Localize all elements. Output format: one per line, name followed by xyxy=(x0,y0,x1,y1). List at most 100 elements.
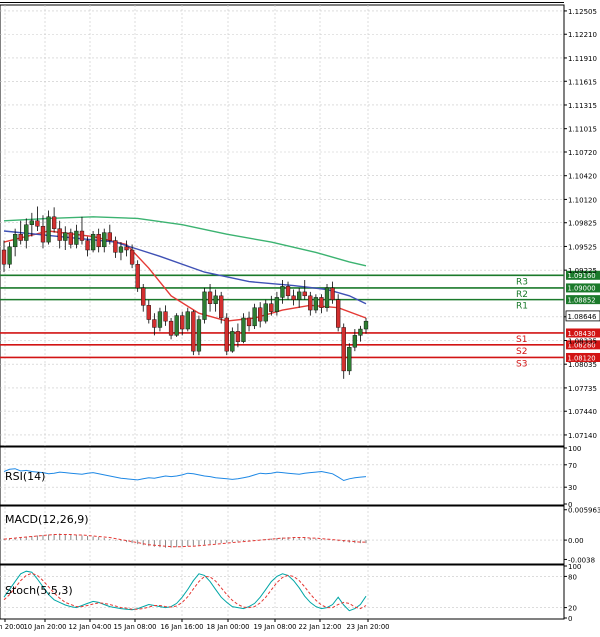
forex-chart-window: R3 1.09160 R2 1.09000 R1 1.08852 S1 1.08430 S2 1.… xyxy=(0,0,600,633)
rsi-tick-label: 100 xyxy=(568,445,581,453)
macd-bar xyxy=(326,539,328,541)
candle-body xyxy=(107,232,112,241)
time-tick-label: 12 Jan 04:00 xyxy=(68,623,111,631)
candle-body xyxy=(29,220,34,225)
candle-body xyxy=(319,297,324,308)
candle-body xyxy=(341,327,346,372)
macd-title: MACD(12,26,9) xyxy=(5,513,89,526)
candle-body xyxy=(358,328,363,336)
macd-bar xyxy=(98,537,100,541)
macd-bar xyxy=(226,540,228,543)
macd-bar xyxy=(198,540,200,546)
stoch-tick-label: 80 xyxy=(568,573,577,581)
price-tick-label: 1.07735 xyxy=(568,385,597,393)
candle-body xyxy=(185,311,190,330)
candle-body xyxy=(280,286,285,298)
candle-body xyxy=(18,233,23,241)
candle-body xyxy=(135,264,140,289)
candle-body xyxy=(207,291,213,304)
candle-body xyxy=(40,226,46,243)
candle-body xyxy=(241,317,246,342)
candle-body xyxy=(118,246,124,253)
macd-bar xyxy=(320,539,322,541)
time-tick-label: 16 Jan 16:00 xyxy=(160,623,203,631)
macd-bar xyxy=(137,540,139,545)
candle-body xyxy=(230,331,235,352)
macd-bar xyxy=(114,540,116,541)
macd-bar xyxy=(237,540,239,542)
candle-body xyxy=(324,287,330,308)
candle-body xyxy=(12,233,18,248)
level-label-s2: S2 xyxy=(516,347,527,357)
macd-bar xyxy=(120,540,122,542)
time-tick-label: 10 Jan 20:00 xyxy=(23,623,66,631)
candle-body xyxy=(102,232,107,248)
price-tick-label: 1.12505 xyxy=(568,8,597,16)
candle-body xyxy=(246,317,252,327)
candle-body xyxy=(63,232,68,241)
level-label-r1: R1 xyxy=(516,302,528,312)
candle-body xyxy=(157,311,163,328)
macd-bar xyxy=(192,540,194,546)
candle-body xyxy=(113,240,118,253)
candle-body xyxy=(274,297,280,312)
candle-body xyxy=(85,240,90,251)
candle-body xyxy=(168,320,174,336)
candle-body xyxy=(57,228,62,241)
macd-bar xyxy=(220,540,222,544)
stoch-tick-label: 20 xyxy=(568,605,577,613)
macd-bar xyxy=(81,535,83,541)
level-label-r2: R2 xyxy=(516,290,528,300)
macd-bar xyxy=(87,536,89,541)
price-tick-label: 1.10420 xyxy=(568,173,597,181)
candle-body xyxy=(330,287,335,300)
macd-bar xyxy=(242,540,244,542)
candle-body xyxy=(308,295,313,311)
candle-body xyxy=(163,311,168,322)
macd-bar xyxy=(142,540,144,546)
time-tick-label: 9 Jan 20:00 xyxy=(0,623,24,631)
candle-body xyxy=(124,246,129,251)
level-label-r3: R3 xyxy=(516,277,528,287)
candle-body xyxy=(129,249,135,265)
time-tick-label: 22 Jan 12:00 xyxy=(298,623,341,631)
macd-tick-label: 0.00 xyxy=(568,537,584,545)
candle-body xyxy=(313,297,319,311)
price-tick-label: 1.11015 xyxy=(568,126,597,134)
candle-body xyxy=(263,303,268,322)
candle-body xyxy=(180,315,185,330)
macd-bar xyxy=(42,535,44,541)
time-tick-label: 23 Jan 20:00 xyxy=(346,623,389,631)
macd-bar xyxy=(248,540,250,541)
chart-canvas: R31.09160R21.09000R11.08852S11.08430S21.… xyxy=(0,0,600,633)
candle-body xyxy=(51,216,57,229)
candle-body xyxy=(363,320,369,330)
candle-body xyxy=(291,295,296,300)
level-value-r1: 1.08852 xyxy=(568,296,596,304)
candle-body xyxy=(297,291,302,300)
rsi-tick-label: 70 xyxy=(568,462,577,470)
stoch-title: Stoch(5,5,3) xyxy=(5,584,73,597)
candle-body xyxy=(347,347,352,372)
current-price-label: 1.08646 xyxy=(568,313,597,321)
price-tick-label: 1.07440 xyxy=(568,408,597,416)
current-price-tag: 1.08646 xyxy=(565,310,600,322)
candle-body xyxy=(352,335,358,348)
candle-body xyxy=(224,317,229,352)
price-tick-label: 1.12210 xyxy=(568,31,597,39)
candle-body xyxy=(196,319,202,352)
rsi-tick-label: 30 xyxy=(568,484,577,492)
candle-body xyxy=(174,315,179,336)
macd-bar xyxy=(36,535,38,541)
macd-bar xyxy=(103,538,105,541)
macd-bar xyxy=(315,538,317,541)
macd-bar xyxy=(75,535,77,541)
candle-body xyxy=(1,249,7,265)
price-tick-label: 1.10120 xyxy=(568,196,597,204)
rsi-title: RSI(14) xyxy=(5,470,45,483)
macd-bar xyxy=(92,536,94,541)
candle-body xyxy=(219,295,224,319)
time-tick-label: 19 Jan 08:00 xyxy=(253,623,296,631)
price-tick-label: 1.11615 xyxy=(568,78,597,86)
macd-bar xyxy=(276,538,278,541)
